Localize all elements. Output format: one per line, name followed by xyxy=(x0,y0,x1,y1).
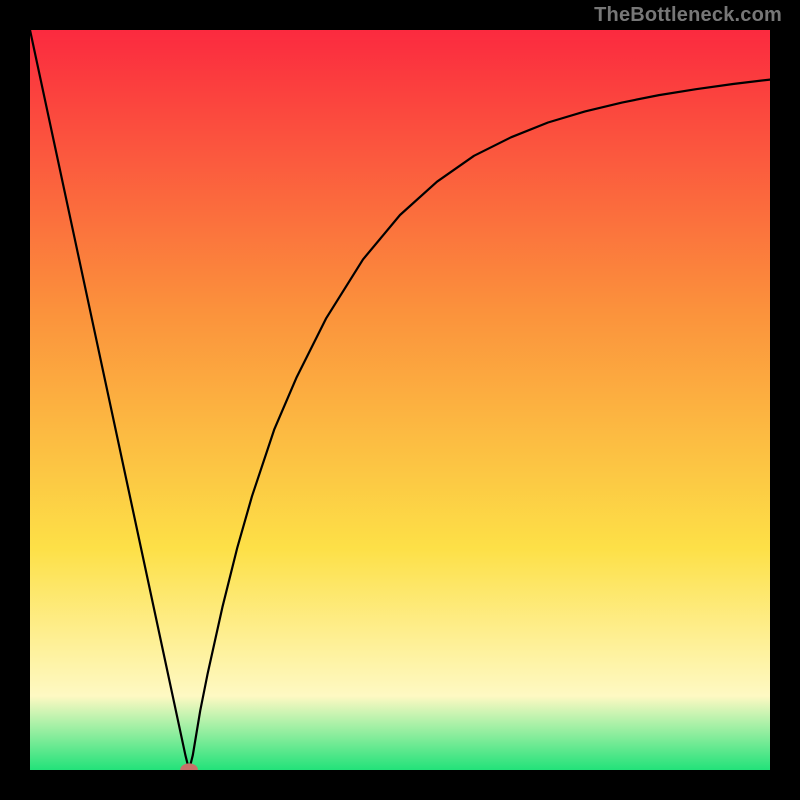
watermark-text: TheBottleneck.com xyxy=(594,4,782,27)
gradient-background xyxy=(30,30,770,770)
chart-svg xyxy=(30,30,770,770)
chart-frame: TheBottleneck.com xyxy=(0,0,800,800)
plot-area xyxy=(30,30,770,770)
